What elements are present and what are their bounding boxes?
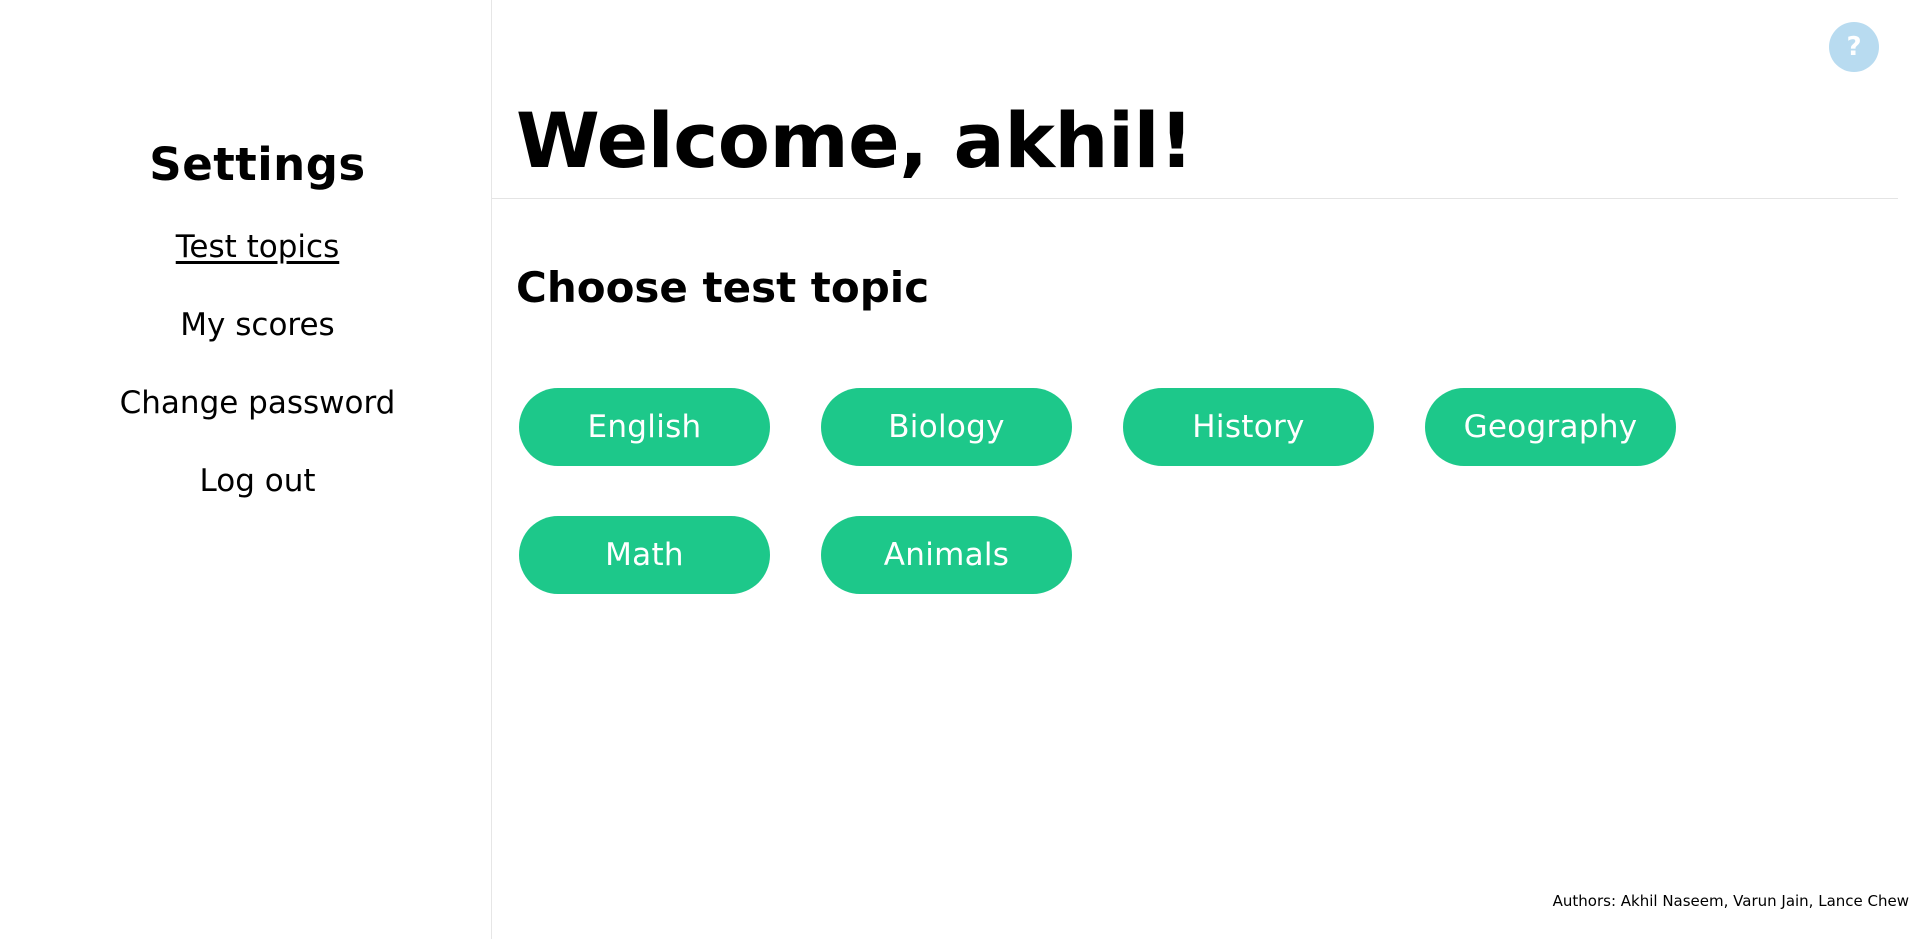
topic-button-animals[interactable]: Animals bbox=[821, 516, 1072, 594]
sidebar-item-change-password[interactable]: Change password bbox=[0, 378, 515, 456]
page: Settings Test topics My scores Change pa… bbox=[0, 0, 1920, 939]
topic-button-history[interactable]: History bbox=[1123, 388, 1374, 466]
authors-credit: Authors: Akhil Naseem, Varun Jain, Lance… bbox=[1552, 892, 1909, 910]
section-heading: Choose test topic bbox=[516, 263, 930, 312]
topic-button-geography[interactable]: Geography bbox=[1425, 388, 1676, 466]
topic-button-biology[interactable]: Biology bbox=[821, 388, 1072, 466]
question-icon: ? bbox=[1846, 32, 1862, 62]
header-divider bbox=[492, 198, 1898, 199]
sidebar-nav: Test topics My scores Change password Lo… bbox=[0, 222, 515, 534]
sidebar-item-my-scores[interactable]: My scores bbox=[0, 300, 515, 378]
page-title: Welcome, akhil! bbox=[516, 96, 1194, 185]
sidebar-item-log-out[interactable]: Log out bbox=[0, 456, 515, 534]
topic-button-english[interactable]: English bbox=[519, 388, 770, 466]
topic-button-math[interactable]: Math bbox=[519, 516, 770, 594]
sidebar-title: Settings bbox=[149, 138, 366, 191]
help-button[interactable]: ? bbox=[1829, 22, 1879, 72]
sidebar-item-test-topics[interactable]: Test topics bbox=[0, 222, 515, 300]
sidebar: Settings Test topics My scores Change pa… bbox=[0, 0, 492, 939]
